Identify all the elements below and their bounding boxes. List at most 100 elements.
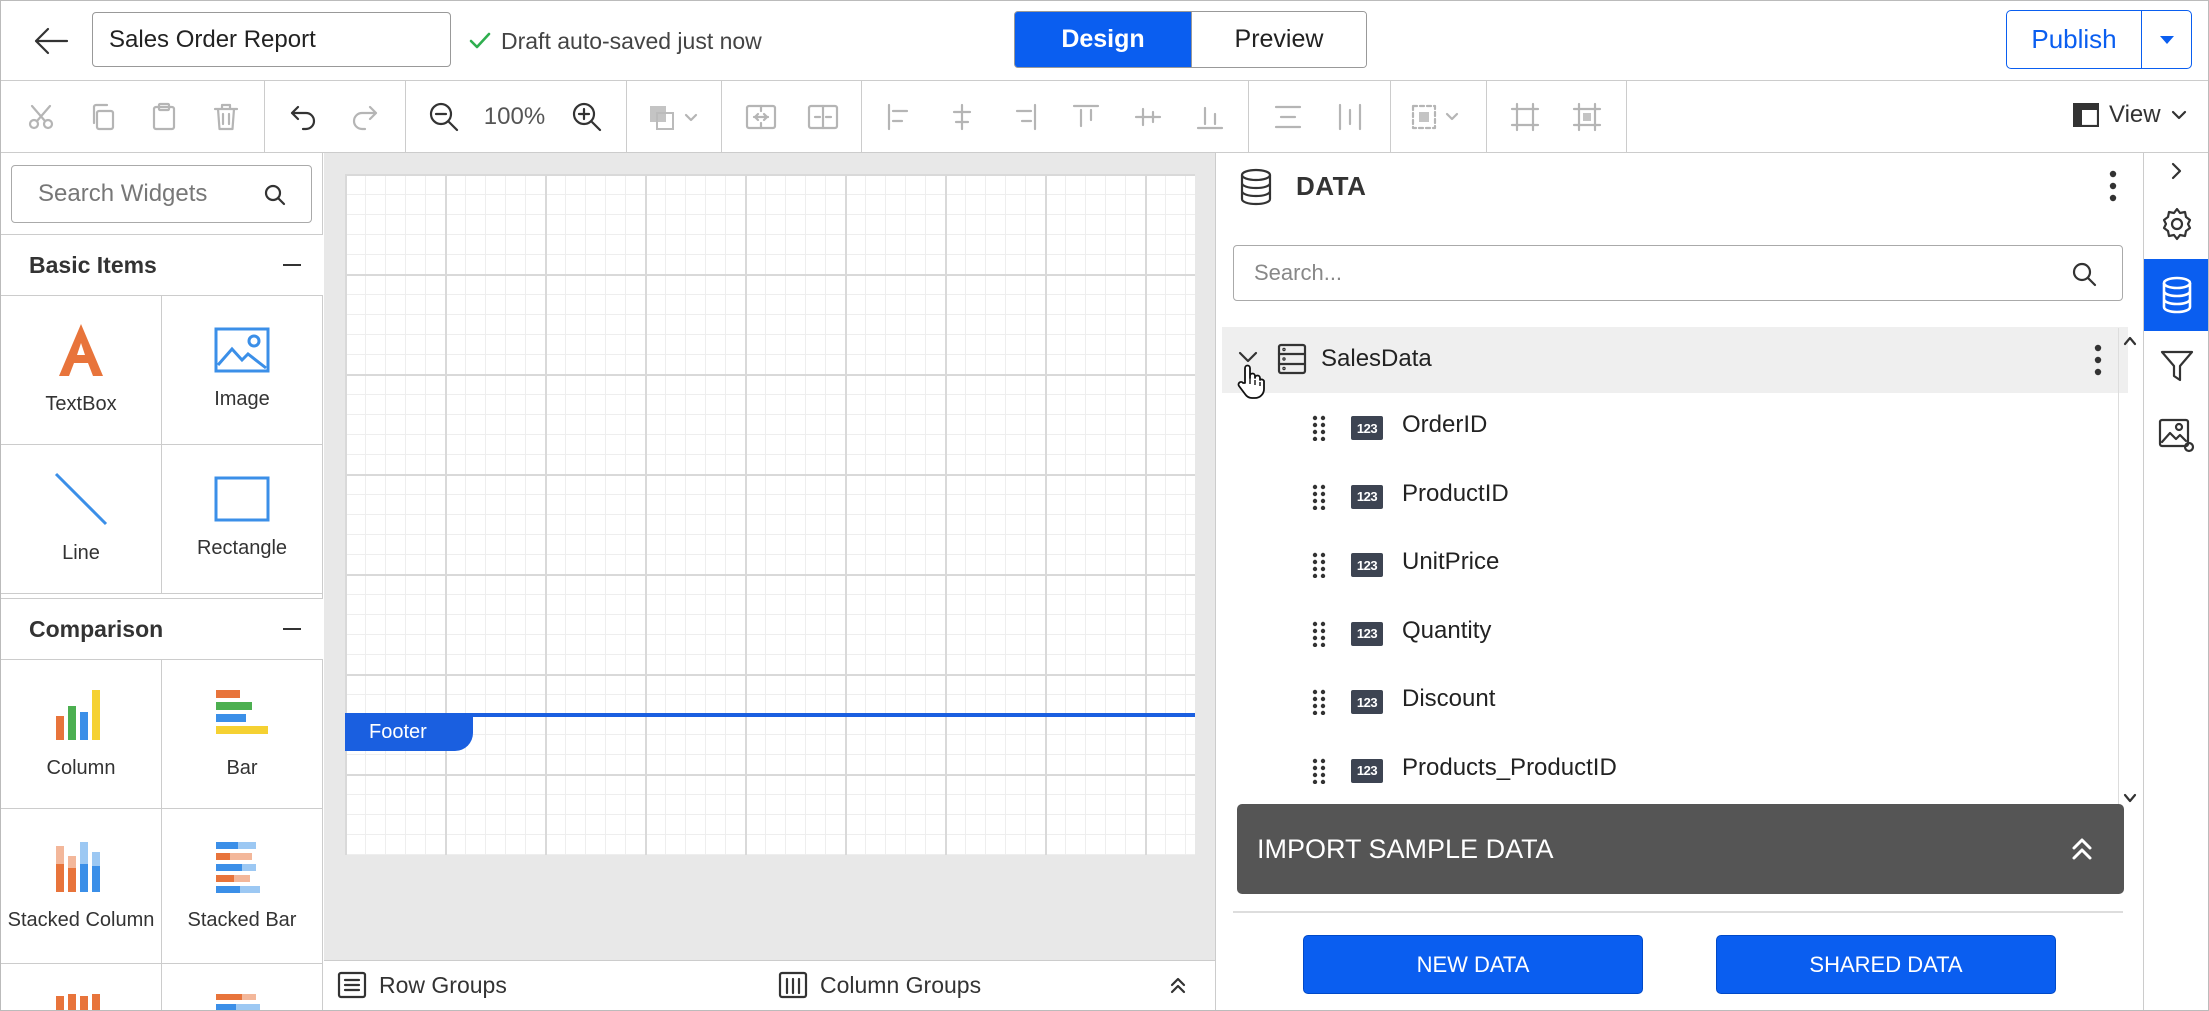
more-vertical-icon[interactable] [2108,169,2118,203]
report-designer: Draft auto-saved just now Design Preview… [0,0,2209,1011]
align-middle-icon[interactable] [1126,95,1170,139]
report-title-input[interactable] [92,12,451,67]
field-item[interactable]: 123 UnitPrice [1216,530,2116,598]
data-panel: DATA SalesData 123OrderID123ProductID123… [1215,153,2143,1010]
group-select-icon[interactable] [1404,95,1470,139]
drag-grip-icon[interactable] [1312,758,1326,784]
collapse-icon [283,627,301,631]
view-menu[interactable]: View [2073,101,2187,129]
new-data-button[interactable]: NEW DATA [1303,935,1643,994]
double-chevron-up-icon [2070,835,2094,863]
drag-grip-icon[interactable] [1312,689,1326,715]
publish-split-button: Publish [2006,10,2192,69]
widget-rectangle[interactable]: Rectangle [162,445,323,594]
database-icon [1238,167,1274,207]
field-item[interactable]: 123 OrderID [1216,393,2116,461]
back-arrow-icon[interactable] [29,19,73,63]
align-right-icon[interactable] [1002,95,1046,139]
image-settings-icon[interactable] [2144,401,2208,471]
field-name: Products_ProductID [1402,753,1617,781]
footer-label[interactable]: Footer [345,713,473,751]
align-top-icon[interactable] [1064,95,1108,139]
delete-icon[interactable] [204,95,248,139]
chevron-right-icon[interactable] [2144,153,2208,189]
report-canvas[interactable] [345,174,1195,855]
save-status: Draft auto-saved just now [469,25,762,57]
caret-down-icon [2159,35,2175,45]
line-icon [53,471,109,527]
toolbar-separator [405,81,406,153]
crop-icon[interactable] [1503,95,1547,139]
widget-stacked-bar[interactable]: Stacked Bar [162,809,323,964]
widget-label: Stacked Bar [187,909,297,931]
merge-cells-icon[interactable] [739,95,783,139]
align-center-icon[interactable] [940,95,984,139]
design-canvas-area: Footer [324,153,1215,960]
widget-label: TextBox [45,393,117,415]
widget-bar[interactable]: Bar [162,660,323,809]
align-left-icon[interactable] [878,95,922,139]
field-item[interactable]: 123 Products_ProductID [1216,736,2116,802]
fit-icon[interactable] [1565,95,1609,139]
numeric-field-icon: 123 [1351,553,1383,577]
drag-grip-icon[interactable] [1312,484,1326,510]
widget-image[interactable]: Image [162,296,323,445]
publish-dropdown[interactable] [2141,11,2191,68]
distribute-horizontal-icon[interactable] [1328,95,1372,139]
widget-partial[interactable] [162,964,323,1010]
zoom-in-icon[interactable] [565,95,609,139]
widget-column[interactable]: Column [1,660,162,809]
field-item[interactable]: 123 ProductID [1216,462,2116,530]
field-item[interactable]: 123 Quantity [1216,599,2116,667]
category-label: Basic Items [29,251,157,278]
zoom-out-icon[interactable] [422,95,466,139]
widget-line[interactable]: Line [1,445,162,594]
more-vertical-icon[interactable] [2093,343,2103,377]
drag-grip-icon[interactable] [1312,621,1326,647]
undo-icon[interactable] [281,95,325,139]
field-item[interactable]: 123 Discount [1216,667,2116,735]
paste-icon[interactable] [142,95,186,139]
row-groups-toggle[interactable]: Row Groups [337,971,507,999]
filter-icon[interactable] [2144,331,2208,401]
import-sample-data-bar[interactable]: IMPORT SAMPLE DATA [1237,804,2124,894]
category-comparison[interactable]: Comparison [1,598,323,660]
tab-design[interactable]: Design [1015,12,1191,67]
category-basic-items[interactable]: Basic Items [1,234,323,296]
widget-label: Column [46,757,116,779]
widget-label: Bar [226,757,258,779]
toolbar-separator [1626,81,1627,153]
scrollbar[interactable] [2118,328,2140,808]
widget-stacked-column[interactable]: Stacked Column [1,809,162,964]
shared-data-button[interactable]: SHARED DATA [1716,935,2056,994]
column-groups-label: Column Groups [820,971,982,998]
split-cells-icon[interactable] [801,95,845,139]
layout-icon [2073,103,2099,127]
settings-icon[interactable] [2144,189,2208,259]
align-bottom-icon[interactable] [1188,95,1232,139]
cut-icon[interactable] [19,95,63,139]
column-groups-toggle[interactable]: Column Groups [778,971,981,999]
header-bar: Draft auto-saved just now Design Preview… [1,1,2208,81]
database-icon[interactable] [2144,259,2208,331]
chevron-down-icon [2171,110,2187,120]
data-search-input[interactable] [1233,245,2123,301]
publish-button[interactable]: Publish [2007,11,2141,68]
redo-icon[interactable] [343,95,387,139]
chevron-down-icon[interactable] [2123,793,2137,803]
chart-icon [214,992,270,1010]
field-name: Quantity [1402,616,1492,644]
drag-grip-icon[interactable] [1312,552,1326,578]
drag-grip-icon[interactable] [1312,415,1326,441]
widget-textbox[interactable]: TextBox [1,296,162,445]
arrange-order-icon[interactable] [641,95,707,139]
toolbar-separator [1390,81,1391,153]
distribute-vertical-icon[interactable] [1266,95,1310,139]
widget-partial[interactable] [1,964,162,1010]
copy-icon[interactable] [81,95,125,139]
check-icon [469,32,491,50]
double-chevron-up-icon[interactable] [1168,975,1188,995]
toolbar-separator [861,81,862,153]
tab-preview[interactable]: Preview [1191,12,1366,67]
chevron-up-icon[interactable] [2123,336,2137,346]
